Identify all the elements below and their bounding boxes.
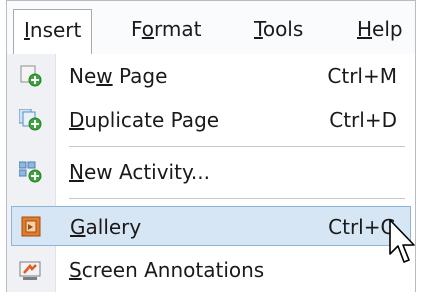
menu-format-label-post: rmat [154, 17, 202, 41]
menu-item-shortcut: Ctrl+G [328, 215, 396, 239]
duplicate-page-icon [18, 108, 43, 131]
menu-insert-label-post: nsert [29, 18, 82, 42]
menu-tools-label-post: ools [262, 17, 304, 41]
menu-help[interactable]: Help [347, 14, 413, 44]
menu-help-access-key: H [357, 17, 373, 41]
menu-format-access-key: o [141, 17, 155, 41]
menu-item-label: Gallery [70, 215, 142, 239]
menu-tools[interactable]: Tools [244, 14, 313, 44]
menu-format[interactable]: Format [121, 14, 212, 44]
menu-item-shortcut: Ctrl+D [329, 108, 397, 132]
menu-item-new-page[interactable]: New Page Ctrl+M [7, 56, 415, 96]
menu-insert[interactable]: Insert [13, 9, 93, 55]
menu-item-new-activity[interactable]: New Activity... [7, 152, 415, 192]
menu-help-label-post: elp [372, 17, 403, 41]
menu-item-screen-annotations[interactable]: Screen Annotations [7, 250, 415, 290]
menu-bar: Insert Format Tools Help [7, 1, 415, 55]
screen-annotations-icon [19, 259, 43, 281]
menu-frame: Insert Format Tools Help New Page Ctrl+M [6, 0, 416, 292]
menu-format-label-pre: F [131, 17, 142, 41]
menu-item-duplicate-page[interactable]: Duplicate Page Ctrl+D [7, 100, 415, 140]
new-activity-icon [18, 161, 43, 183]
menu-separator [69, 198, 405, 199]
menu-item-label: New Activity... [69, 160, 211, 184]
mouse-cursor-icon [389, 219, 415, 263]
menu-item-shortcut: Ctrl+M [327, 64, 397, 88]
menu-item-label: Duplicate Page [69, 108, 220, 132]
menu-item-label: Screen Annotations [69, 258, 265, 282]
insert-dropdown: New Page Ctrl+M Duplicate Page Ctrl+D Ne… [7, 54, 415, 292]
new-page-icon [19, 65, 43, 87]
gallery-icon [20, 216, 44, 238]
menu-separator [69, 146, 405, 147]
menu-item-gallery[interactable]: Gallery Ctrl+G [11, 206, 411, 246]
menu-item-label: New Page [69, 64, 168, 88]
menu-tools-access-key: T [254, 17, 263, 41]
